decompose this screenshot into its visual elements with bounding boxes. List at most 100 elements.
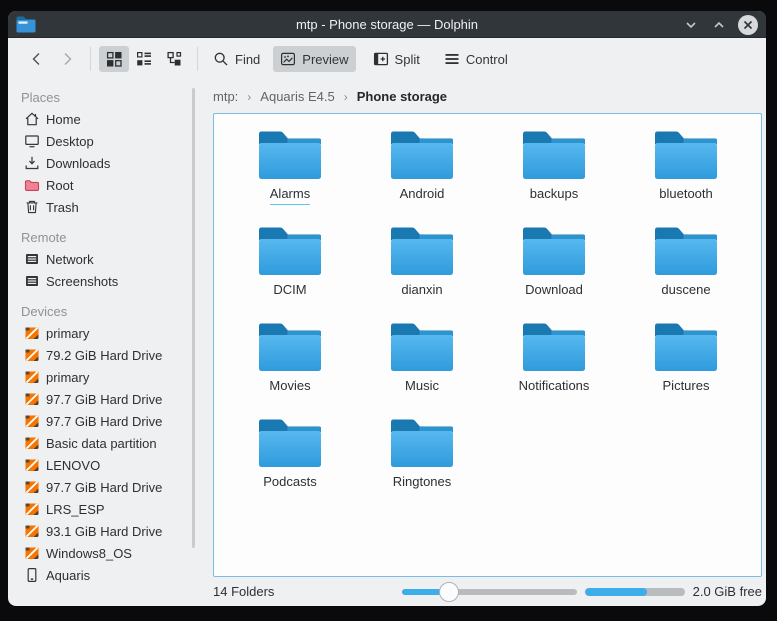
sidebar-item[interactable]: primary <box>8 366 196 388</box>
tree-view-button[interactable] <box>159 46 189 72</box>
sidebar-item-label: 93.1 GiB Hard Drive <box>46 524 162 539</box>
folder-item[interactable]: Movies <box>224 322 356 418</box>
sidebar-item[interactable]: Trash <box>8 196 196 218</box>
home-icon <box>24 111 40 127</box>
folder-item[interactable]: Notifications <box>488 322 620 418</box>
details-view-button[interactable] <box>129 46 159 72</box>
toolbar: Find Preview Split C <box>8 38 766 80</box>
sidebar-item-label: Screenshots <box>46 274 118 289</box>
icons-view-icon <box>106 51 122 67</box>
breadcrumb-current[interactable]: Phone storage <box>357 89 447 104</box>
split-label: Split <box>395 52 420 67</box>
sidebar-item[interactable]: LENOVO <box>8 454 196 476</box>
sidebar-item-label: Aquaris <box>46 568 90 583</box>
back-button[interactable] <box>22 46 52 72</box>
network-icon <box>24 251 40 267</box>
folder-item[interactable]: Ringtones <box>356 418 488 514</box>
sidebar-item[interactable]: Downloads <box>8 152 196 174</box>
free-space-label: 2.0 GiB free <box>693 584 762 599</box>
sidebar-item-label: Downloads <box>46 156 110 171</box>
sidebar-item-label: 97.7 GiB Hard Drive <box>46 392 162 407</box>
breadcrumb: mtp: › Aquaris E4.5 › Phone storage <box>196 80 766 113</box>
find-button[interactable]: Find <box>206 46 267 72</box>
chevron-right-icon: › <box>344 90 348 104</box>
sidebar-item[interactable]: 97.7 GiB Hard Drive <box>8 410 196 432</box>
dolphin-app-icon <box>16 16 36 33</box>
drive-icon <box>24 457 40 473</box>
folder-view[interactable]: Alarms <box>213 113 762 577</box>
places-list: Home Desktop Downloads Root <box>8 108 196 218</box>
drive-icon <box>24 391 40 407</box>
drive-icon <box>24 435 40 451</box>
folder-item[interactable]: Download <box>488 226 620 322</box>
preview-button[interactable]: Preview <box>273 46 355 72</box>
downloads-icon <box>24 155 40 171</box>
sidebar-item[interactable]: 97.7 GiB Hard Drive <box>8 476 196 498</box>
folder-item[interactable]: backups <box>488 130 620 226</box>
folder-item[interactable]: Android <box>356 130 488 226</box>
desktop-icon <box>24 133 40 149</box>
sidebar-item[interactable]: LRS_ESP <box>8 498 196 520</box>
tree-view-icon <box>166 51 182 67</box>
folder-item[interactable]: DCIM <box>224 226 356 322</box>
network-icon <box>24 273 40 289</box>
toolbar-separator <box>90 47 91 71</box>
sidebar-item[interactable]: 97.7 GiB Hard Drive <box>8 388 196 410</box>
folder-item[interactable]: bluetooth <box>620 130 752 226</box>
chevron-down-icon <box>684 18 698 32</box>
places-panel: Places Home Desktop Downloads <box>8 80 196 606</box>
capacity-fill <box>585 588 647 596</box>
folder-item[interactable]: Podcasts <box>224 418 356 514</box>
maximize-button[interactable] <box>710 16 728 34</box>
sidebar-item-label: LRS_ESP <box>46 502 105 517</box>
sidebar-item[interactable]: 79.2 GiB Hard Drive <box>8 344 196 366</box>
split-button[interactable]: Split <box>366 46 427 72</box>
folder-icon <box>522 226 586 276</box>
folder-item[interactable]: Pictures <box>620 322 752 418</box>
folder-icon <box>390 322 454 372</box>
drive-icon <box>24 369 40 385</box>
control-button[interactable]: Control <box>437 46 515 72</box>
sidebar-item[interactable]: Network <box>8 248 196 270</box>
sidebar-item[interactable]: Root <box>8 174 196 196</box>
zoom-slider[interactable] <box>402 582 577 602</box>
folder-icon <box>654 322 718 372</box>
folder-label: dianxin <box>401 282 442 301</box>
chevron-right-icon: › <box>247 90 251 104</box>
folder-count: 14 Folders <box>213 584 274 599</box>
sidebar-item-label: Trash <box>46 200 79 215</box>
sidebar-item-label: Desktop <box>46 134 94 149</box>
drive-icon <box>24 501 40 517</box>
zoom-slider-handle[interactable] <box>439 582 459 602</box>
sidebar-item[interactable]: Windows8_OS <box>8 542 196 564</box>
folder-item[interactable]: Music <box>356 322 488 418</box>
devices-list: primary 79.2 GiB Hard Drive primary <box>8 322 196 586</box>
folder-item[interactable]: Alarms <box>224 130 356 226</box>
sidebar-item-label: Home <box>46 112 81 127</box>
capacity-bar <box>585 588 685 596</box>
drive-icon <box>24 413 40 429</box>
folder-icon <box>390 226 454 276</box>
folder-label: Ringtones <box>393 474 452 493</box>
sidebar-scrollbar[interactable] <box>192 88 195 548</box>
sidebar-item[interactable]: Home <box>8 108 196 130</box>
minimize-button[interactable] <box>682 16 700 34</box>
close-button[interactable] <box>738 15 758 35</box>
folder-grid: Alarms <box>214 114 761 514</box>
control-label: Control <box>466 52 508 67</box>
breadcrumb-root[interactable]: mtp: <box>213 89 238 104</box>
folder-item[interactable]: dianxin <box>356 226 488 322</box>
icons-view-button[interactable] <box>99 46 129 72</box>
breadcrumb-device[interactable]: Aquaris E4.5 <box>260 89 334 104</box>
sidebar-item[interactable]: primary <box>8 322 196 344</box>
sidebar-item[interactable]: Aquaris <box>8 564 196 586</box>
sidebar-item[interactable]: Basic data partition <box>8 432 196 454</box>
chevron-right-icon <box>59 51 75 67</box>
folder-label: Movies <box>269 378 310 397</box>
sidebar-item[interactable]: Screenshots <box>8 270 196 292</box>
sidebar-item[interactable]: 93.1 GiB Hard Drive <box>8 520 196 542</box>
sidebar-item[interactable]: Desktop <box>8 130 196 152</box>
folder-item[interactable]: duscene <box>620 226 752 322</box>
titlebar[interactable]: mtp - Phone storage — Dolphin <box>8 11 766 38</box>
forward-button[interactable] <box>52 46 82 72</box>
